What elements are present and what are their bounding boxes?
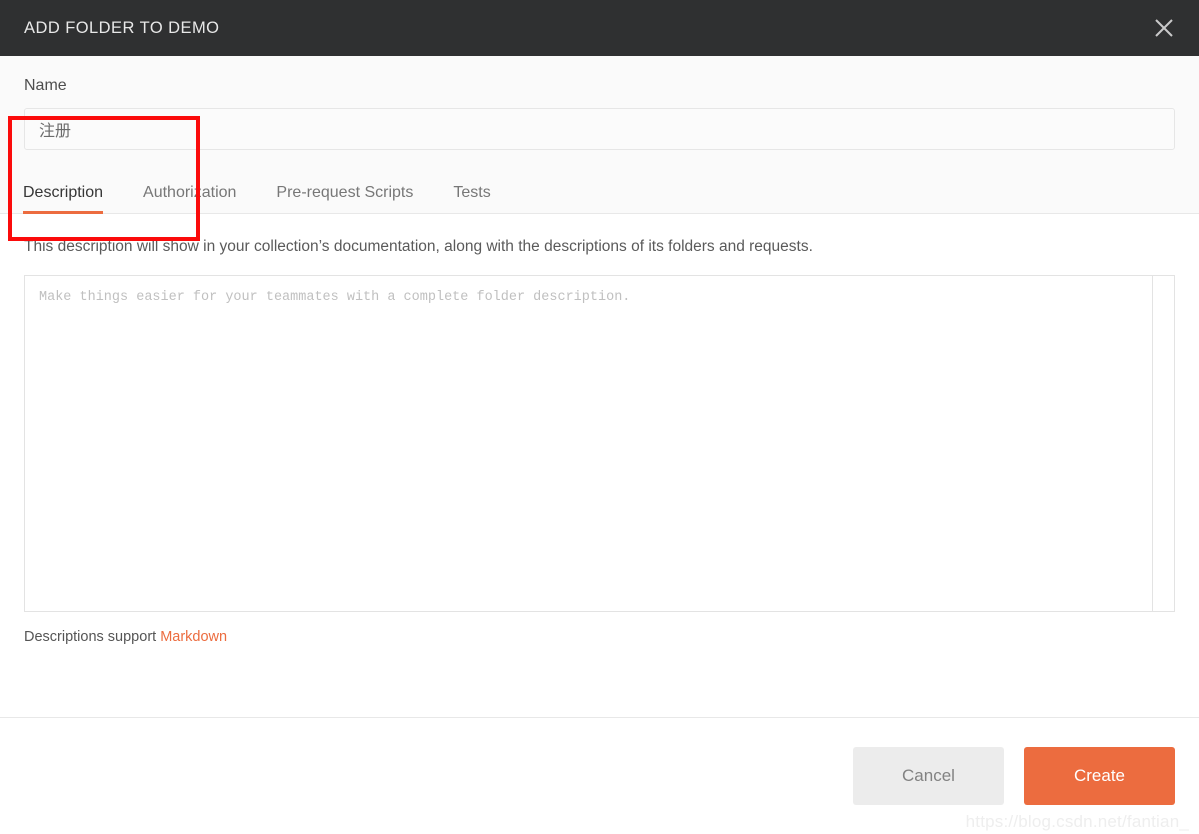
cancel-button[interactable]: Cancel — [853, 747, 1004, 805]
name-label: Name — [24, 77, 67, 94]
create-button[interactable]: Create — [1024, 747, 1175, 805]
description-panel: This description will show in your colle… — [0, 214, 1199, 717]
modal-header: ADD FOLDER TO DEMO — [0, 0, 1199, 56]
description-editor — [24, 274, 1175, 612]
description-help-text: This description will show in your colle… — [24, 238, 813, 255]
modal-footer: Cancel Create — [0, 717, 1199, 834]
tab-tests[interactable]: Tests — [433, 185, 510, 213]
modal-title: ADD FOLDER TO DEMO — [24, 18, 220, 37]
folder-name-input[interactable] — [24, 108, 1175, 150]
add-folder-modal: ADD FOLDER TO DEMO Name Description Auth… — [0, 0, 1199, 834]
markdown-link[interactable]: Markdown — [160, 629, 227, 645]
tab-authorization[interactable]: Authorization — [123, 185, 256, 213]
tab-pre-request-scripts[interactable]: Pre-request Scripts — [256, 185, 433, 213]
description-scrollbar[interactable] — [1152, 275, 1174, 611]
tab-bar: Description Authorization Pre-request Sc… — [0, 172, 1199, 214]
description-textarea[interactable] — [25, 275, 1152, 611]
tab-description[interactable]: Description — [23, 185, 123, 214]
modal-body: Name Description Authorization Pre-reque… — [0, 56, 1199, 717]
markdown-note-prefix: Descriptions support — [24, 628, 161, 645]
name-section: Name — [0, 56, 1199, 172]
markdown-note: Descriptions support Markdown — [24, 612, 1175, 645]
close-icon[interactable] — [1147, 11, 1181, 45]
